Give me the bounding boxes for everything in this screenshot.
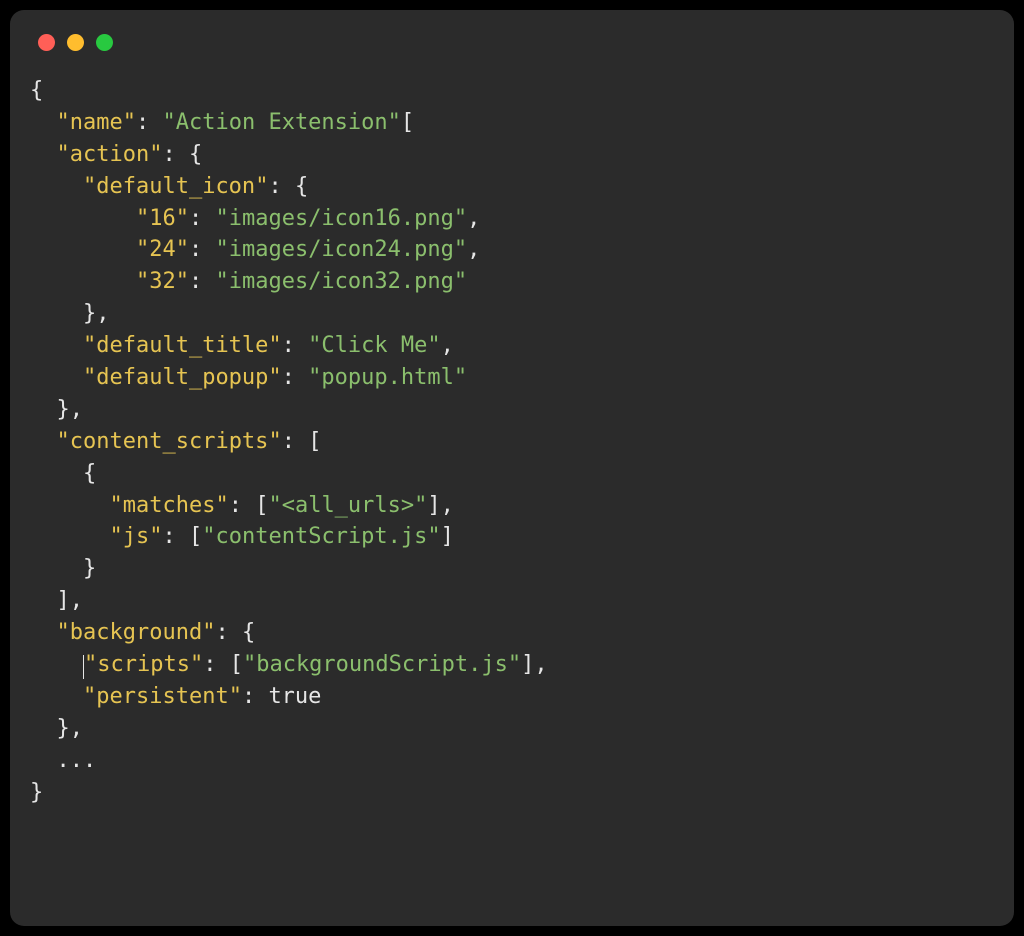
tok-str-contentscript: "contentScript.js" bbox=[202, 524, 440, 549]
tok-colon: : bbox=[203, 652, 216, 677]
tok-colon: : bbox=[282, 429, 295, 454]
tok-key-persistent: "persistent" bbox=[83, 684, 242, 709]
tok-comma: , bbox=[70, 716, 83, 741]
tok-str-backgroundscript: "backgroundScript.js" bbox=[243, 652, 521, 677]
tok-brace-close: } bbox=[30, 780, 43, 805]
tok-key-32: "32" bbox=[136, 269, 189, 294]
tok-bracket-close: ] bbox=[57, 588, 70, 613]
tok-bracket-close: ] bbox=[521, 652, 534, 677]
tok-brace-open: { bbox=[30, 78, 43, 103]
tok-comma: , bbox=[467, 206, 480, 231]
tok-str-default-popup: "popup.html" bbox=[308, 365, 467, 390]
tok-key-background: "background" bbox=[57, 620, 216, 645]
tok-str-icon24: "images/icon24.png" bbox=[215, 237, 467, 262]
code-editor[interactable]: { "name": "Action Extension"[ "action": … bbox=[30, 75, 994, 808]
tok-str-icon32: "images/icon32.png" bbox=[215, 269, 467, 294]
window-minimize-button[interactable] bbox=[67, 34, 84, 51]
tok-comma: , bbox=[441, 493, 454, 518]
tok-str-matches: "<all_urls>" bbox=[268, 493, 427, 518]
tok-bool-true: true bbox=[268, 684, 321, 709]
tok-brace-open: { bbox=[83, 461, 96, 486]
tok-colon: : bbox=[189, 206, 202, 231]
tok-str-default-title: "Click Me" bbox=[308, 333, 440, 358]
tok-colon: : bbox=[282, 365, 295, 390]
tok-key-scripts: "scripts" bbox=[84, 652, 203, 677]
tok-bracket-open: [ bbox=[189, 524, 202, 549]
tok-brace-open: { bbox=[295, 174, 308, 199]
tok-colon: : bbox=[282, 333, 295, 358]
tok-key-action: "action" bbox=[57, 142, 163, 167]
tok-str-icon16: "images/icon16.png" bbox=[215, 206, 467, 231]
tok-brace-close: } bbox=[57, 716, 70, 741]
tok-colon: : bbox=[136, 110, 149, 135]
tok-colon: : bbox=[268, 174, 281, 199]
editor-window: { "name": "Action Extension"[ "action": … bbox=[10, 10, 1014, 926]
tok-comma: , bbox=[441, 333, 454, 358]
tok-bracket-close: ] bbox=[441, 524, 454, 549]
tok-key-default-icon: "default_icon" bbox=[83, 174, 268, 199]
tok-bracket-open: [ bbox=[401, 110, 414, 135]
tok-str-name: "Action Extension" bbox=[162, 110, 400, 135]
tok-key-default-title: "default_title" bbox=[83, 333, 282, 358]
tok-comma: , bbox=[467, 237, 480, 262]
tok-brace-open: { bbox=[189, 142, 202, 167]
window-traffic-lights bbox=[38, 34, 994, 51]
window-maximize-button[interactable] bbox=[96, 34, 113, 51]
tok-brace-close: } bbox=[57, 397, 70, 422]
tok-key-content-scripts: "content_scripts" bbox=[57, 429, 282, 454]
tok-colon: : bbox=[189, 237, 202, 262]
tok-colon: : bbox=[215, 620, 228, 645]
tok-comma: , bbox=[70, 588, 83, 613]
tok-key-24: "24" bbox=[136, 237, 189, 262]
tok-comma: , bbox=[70, 397, 83, 422]
tok-comma: , bbox=[534, 652, 547, 677]
tok-brace-close: } bbox=[83, 556, 96, 581]
tok-ellipsis: ... bbox=[57, 748, 97, 773]
tok-bracket-open: [ bbox=[255, 493, 268, 518]
tok-brace-open: { bbox=[242, 620, 255, 645]
tok-colon: : bbox=[162, 524, 175, 549]
tok-bracket-open: [ bbox=[308, 429, 321, 454]
window-close-button[interactable] bbox=[38, 34, 55, 51]
tok-colon: : bbox=[189, 269, 202, 294]
tok-colon: : bbox=[242, 684, 255, 709]
tok-comma: , bbox=[96, 301, 109, 326]
tok-key-js: "js" bbox=[109, 524, 162, 549]
tok-key-16: "16" bbox=[136, 206, 189, 231]
tok-brace-close: } bbox=[83, 301, 96, 326]
tok-bracket-open: [ bbox=[230, 652, 243, 677]
tok-colon: : bbox=[229, 493, 242, 518]
tok-key-name: "name" bbox=[57, 110, 136, 135]
tok-key-matches: "matches" bbox=[109, 493, 228, 518]
tok-colon: : bbox=[162, 142, 175, 167]
tok-bracket-close: ] bbox=[427, 493, 440, 518]
tok-key-default-popup: "default_popup" bbox=[83, 365, 282, 390]
